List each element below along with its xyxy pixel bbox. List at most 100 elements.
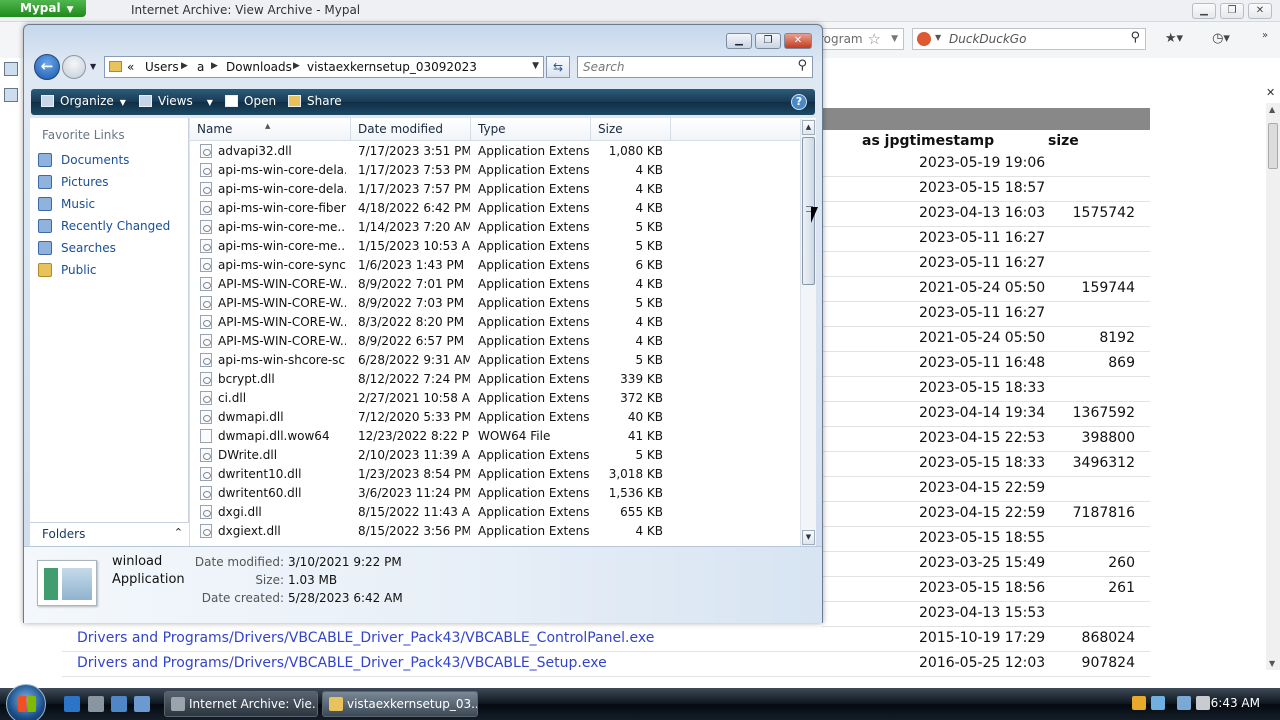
file-row[interactable]: api-ms-win-core-fiber... 4/18/2022 6:42 P…	[190, 199, 800, 218]
search-input[interactable]: Search ⚲	[577, 56, 813, 78]
file-row[interactable]: api-ms-win-core-me... 1/15/2023 10:53 AM A…	[190, 237, 800, 256]
file-row[interactable]: api-ms-win-core-sync... 1/6/2023 1:43 PM A…	[190, 256, 800, 275]
file-date-modified: 8/12/2022 7:24 PM	[358, 372, 470, 386]
nav-item-searches[interactable]: Searches	[38, 239, 188, 259]
forward-button[interactable]	[62, 55, 86, 79]
task-browser[interactable]: Internet Archive: Vie...	[164, 691, 318, 717]
scroll-down-icon[interactable]: ▼	[802, 530, 815, 545]
maximize-button[interactable]: ❐	[755, 33, 781, 49]
breadcrumb-overflow[interactable]: «	[127, 60, 134, 74]
sidebar-icon[interactable]	[4, 88, 18, 102]
file-row[interactable]: api-ms-win-core-dela... 1/17/2023 7:53 PM…	[190, 161, 800, 180]
breadcrumb-a[interactable]: a	[197, 60, 204, 74]
browser-search-box[interactable]: ▼ DuckDuckGo ⚲	[912, 28, 1146, 50]
chevron-down-icon[interactable]: ▼	[935, 33, 941, 42]
file-row[interactable]: API-MS-WIN-CORE-W... 8/3/2022 8:20 PM Appl…	[190, 313, 800, 332]
column-header-date-modified[interactable]: Date modified	[351, 118, 471, 141]
address-bar[interactable]: « Users ▶ a ▶ Downloads ▶ vistaexkernset…	[104, 56, 544, 78]
organize-button[interactable]: Organize ▼	[41, 94, 126, 108]
file-row[interactable]: advapi32.dll 7/17/2023 3:51 PM Application…	[190, 142, 800, 161]
minimize-button[interactable]: ▁	[726, 33, 752, 49]
chevron-right-icon[interactable]: ▶	[181, 61, 188, 71]
clock[interactable]: 6:43 AM	[1211, 696, 1260, 710]
file-row[interactable]: dwmapi.dll.wow64 12/23/2022 8:22 PM WOW64 …	[190, 427, 800, 446]
column-header-type[interactable]: Type	[471, 118, 591, 141]
file-row[interactable]: dxgi.dll 8/15/2022 11:43 AM Application Ex…	[190, 503, 800, 522]
file-row[interactable]: dwmapi.dll 7/12/2020 5:33 PM Application E…	[190, 408, 800, 427]
nav-item-music[interactable]: Music	[38, 195, 188, 215]
scroll-down-icon[interactable]: ▼	[1269, 659, 1275, 668]
task-explorer[interactable]: vistaexkernsetup_03...	[322, 691, 478, 717]
duckduckgo-icon[interactable]	[917, 32, 931, 46]
nav-item-recently-changed[interactable]: Recently Changed	[38, 217, 188, 237]
views-button[interactable]: Views ▼	[139, 94, 213, 108]
chevron-right-icon[interactable]: »	[1262, 30, 1268, 41]
breadcrumb-current-folder[interactable]: vistaexkernsetup_03092023	[307, 60, 477, 74]
share-button[interactable]: Share	[288, 94, 342, 108]
size-cell: 159744	[1081, 280, 1135, 296]
scroll-up-icon[interactable]: ▲	[802, 120, 815, 135]
file-row[interactable]: api-ms-win-core-me... 1/14/2023 7:20 AM Ap…	[190, 218, 800, 237]
file-row[interactable]: bcrypt.dll 8/12/2022 7:24 PM Application E…	[190, 370, 800, 389]
help-button[interactable]: ?	[791, 94, 807, 110]
file-row[interactable]: api-ms-win-core-dela... 1/17/2023 7:57 PM…	[190, 180, 800, 199]
file-row[interactable]: API-MS-WIN-CORE-W... 8/9/2022 7:03 PM Appl…	[190, 294, 800, 313]
network-icon[interactable]	[1177, 696, 1191, 710]
folders-toggle[interactable]: Folders ⌃	[30, 522, 189, 546]
breadcrumb-users[interactable]: Users	[145, 60, 179, 74]
nav-item-pictures[interactable]: Pictures	[38, 173, 188, 193]
column-header-name[interactable]: Name ▲	[190, 118, 351, 141]
browser-scrollbar[interactable]: ▲ ▼	[1266, 103, 1280, 670]
chevron-down-icon[interactable]: ▼	[532, 61, 539, 71]
file-type: Application Extens...	[478, 505, 590, 519]
breadcrumb-downloads[interactable]: Downloads	[226, 60, 292, 74]
url-bar[interactable]: rogram ☆ ▼	[812, 28, 904, 50]
nav-item-public[interactable]: Public	[38, 261, 188, 281]
shield-icon[interactable]	[1132, 696, 1146, 710]
file-date-modified: 6/28/2022 9:31 AM	[358, 353, 470, 367]
scrollbar-thumb[interactable]	[1268, 123, 1278, 169]
browser-minimize-button[interactable]: ▁	[1192, 3, 1216, 19]
file-row[interactable]: API-MS-WIN-CORE-W... 8/9/2022 6:57 PM Appl…	[190, 332, 800, 351]
sidebar-icon[interactable]	[4, 62, 18, 76]
close-icon[interactable]: ✕	[1266, 86, 1275, 99]
file-list-scrollbar[interactable]: ▲ ▼	[800, 119, 816, 546]
start-button[interactable]	[6, 684, 46, 720]
recent-pages-dropdown[interactable]: ▼	[90, 62, 96, 71]
file-link[interactable]: Drivers and Programs/Drivers/VBCABLE_Dri…	[77, 655, 607, 671]
column-header-size[interactable]: Size	[591, 118, 671, 141]
file-row[interactable]: dxgiext.dll 8/15/2022 3:56 PM Application …	[190, 522, 800, 541]
app-icon[interactable]	[88, 696, 104, 712]
open-button[interactable]: Open	[225, 94, 276, 108]
switch-windows-icon[interactable]	[134, 696, 150, 712]
file-row[interactable]: api-ms-win-shcore-sc... 6/28/2022 9:31 AM…	[190, 351, 800, 370]
browser-close-button[interactable]: ✕	[1248, 3, 1272, 19]
search-icon[interactable]: ⚲	[1130, 30, 1140, 45]
bookmark-star-icon[interactable]: ☆	[868, 29, 881, 49]
close-button[interactable]: ✕	[784, 33, 812, 49]
file-row[interactable]: dwritent60.dll 3/6/2023 11:24 PM Applicati…	[190, 484, 800, 503]
ie-icon[interactable]	[64, 696, 80, 712]
file-row[interactable]: dwritent10.dll 1/23/2023 8:54 PM Applicati…	[190, 465, 800, 484]
bookmarks-button[interactable]: ★▾	[1155, 28, 1193, 50]
chevron-down-icon[interactable]: ▼	[891, 29, 898, 49]
volume-muted-icon[interactable]	[1196, 696, 1210, 710]
browser-maximize-button[interactable]: ❐	[1220, 3, 1244, 19]
tray-app-icon[interactable]	[1151, 696, 1165, 710]
file-row[interactable]: API-MS-WIN-CORE-W... 8/9/2022 7:01 PM Appl…	[190, 275, 800, 294]
nav-item-documents[interactable]: Documents	[38, 151, 188, 171]
scroll-up-icon[interactable]: ▲	[1269, 105, 1275, 114]
chevron-right-icon[interactable]: ▶	[211, 61, 218, 71]
file-link[interactable]: Drivers and Programs/Drivers/VBCABLE_Dri…	[77, 630, 654, 646]
file-row[interactable]: DWrite.dll 2/10/2023 11:39 AM Application …	[190, 446, 800, 465]
show-desktop-icon[interactable]	[111, 696, 127, 712]
refresh-button[interactable]: ⇆	[546, 56, 570, 78]
timestamp-cell: 2023-04-14 19:34	[919, 405, 1046, 421]
app-menu-button[interactable]: Mypal ▼	[0, 0, 86, 17]
back-button[interactable]: ←	[34, 54, 60, 80]
history-button[interactable]: ◷▾	[1203, 28, 1239, 50]
size-cell: 398800	[1081, 430, 1135, 446]
chevron-right-icon[interactable]: ▶	[293, 61, 300, 71]
search-icon[interactable]: ⚲	[797, 58, 807, 73]
file-row[interactable]: ci.dll 2/27/2021 10:58 AM Application Exte…	[190, 389, 800, 408]
